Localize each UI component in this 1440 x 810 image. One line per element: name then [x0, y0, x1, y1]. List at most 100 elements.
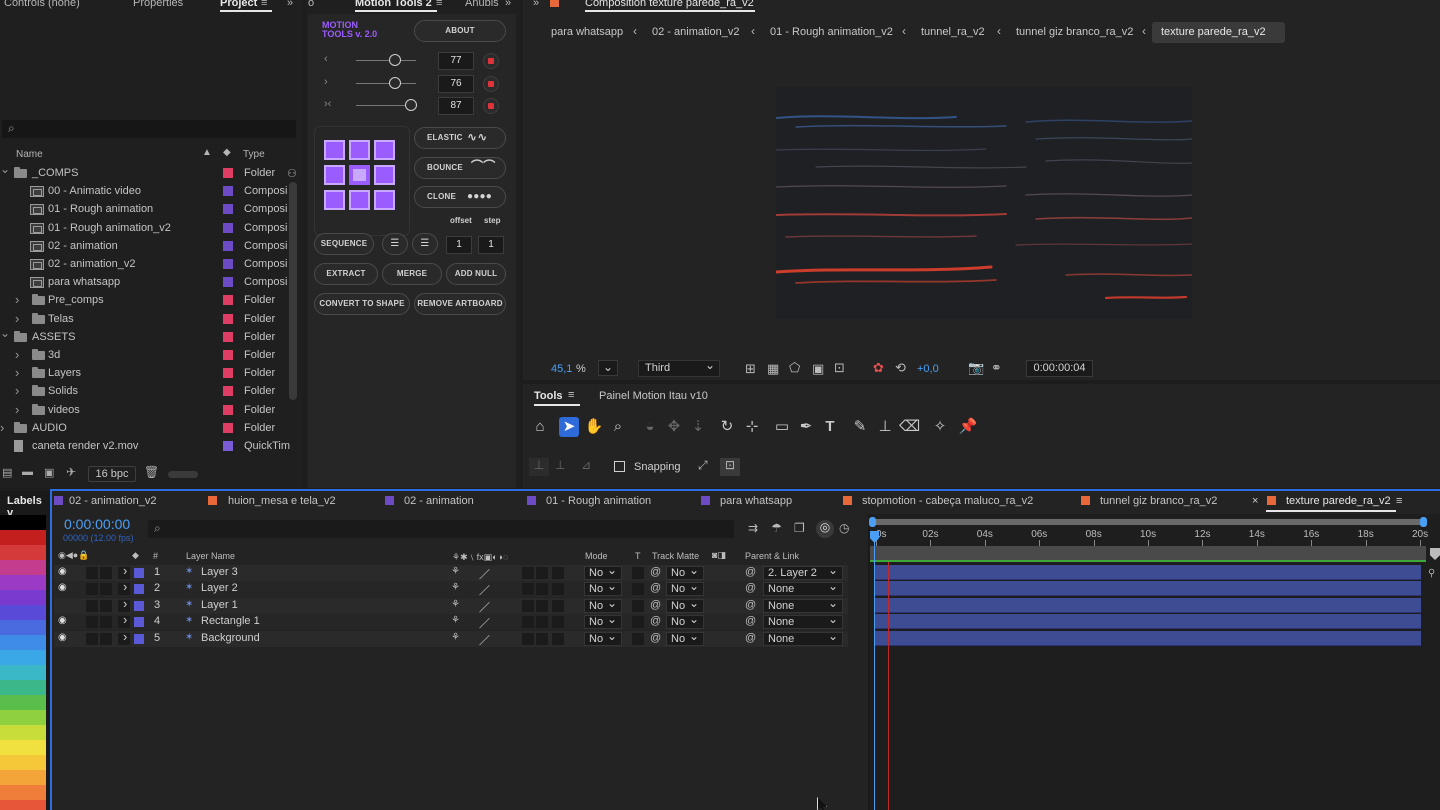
layer-name[interactable]: Layer 2: [201, 582, 238, 594]
ease-slider-track[interactable]: [356, 82, 416, 84]
breadcrumb-01-rough-animation-v2[interactable]: 01 - Rough animation_v2: [770, 26, 893, 38]
apply-ease-button[interactable]: [483, 53, 499, 69]
bounce-button[interactable]: BOUNCE ⌒⌒: [414, 157, 506, 179]
switch-box[interactable]: [522, 599, 534, 612]
tab-painel-motion-itau[interactable]: Painel Motion Itau v10: [599, 390, 708, 402]
clone-button[interactable]: CLONE ●●●●: [414, 186, 506, 208]
frame-blending-icon[interactable]: ◎: [816, 520, 834, 538]
region-of-interest-icon[interactable]: ⊞: [745, 361, 756, 377]
switch-box[interactable]: [522, 583, 534, 596]
label-color-row[interactable]: [0, 725, 46, 741]
project-item[interactable]: 01 - Rough animation_v2 Composi: [0, 219, 290, 237]
audio-toggle[interactable]: [86, 599, 98, 612]
switch-box[interactable]: [552, 599, 564, 612]
project-item[interactable]: para whatsapp Composi: [0, 273, 290, 291]
tab-tools[interactable]: Tools: [534, 390, 563, 402]
footer-scroll-handle[interactable]: [168, 471, 198, 478]
interpret-footage-icon[interactable]: ▤: [2, 466, 12, 479]
anchor-point-cell[interactable]: [349, 190, 370, 210]
preserve-transparency-box[interactable]: [632, 583, 644, 596]
track-matte-dropdown[interactable]: No: [666, 630, 704, 646]
home-icon[interactable]: ⌂: [530, 417, 550, 437]
parent-pickwhip-icon[interactable]: @: [745, 566, 756, 578]
layer-row[interactable]: › 3 ✶ Layer 1 ⚘ ／ No @ No @ None: [54, 596, 848, 615]
anchor-point-cell[interactable]: [324, 140, 345, 160]
project-item[interactable]: ⌄ ASSETS Folder: [0, 326, 290, 346]
layer-label-color[interactable]: [134, 584, 144, 595]
merge-button[interactable]: MERGE: [382, 263, 442, 285]
chevron-right-icon[interactable]: ›: [15, 292, 19, 307]
solo-toggle[interactable]: [100, 567, 112, 579]
switch-box[interactable]: [552, 567, 564, 579]
parent-dropdown[interactable]: None: [763, 613, 843, 630]
type-tool-icon[interactable]: T: [820, 417, 840, 437]
label-color-swatch[interactable]: [223, 295, 233, 306]
label-color-row[interactable]: [0, 695, 46, 711]
timeline-tab[interactable]: 02 - animation: [404, 495, 474, 507]
project-item[interactable]: 02 - animation_v2 Composi: [0, 255, 290, 273]
chevron-right-icon[interactable]: ›: [15, 402, 19, 417]
expand-layer-chevron-icon[interactable]: ›: [123, 579, 127, 594]
layer-duration-bar[interactable]: [875, 630, 1421, 646]
track-matte-pickwhip-icon[interactable]: @: [650, 615, 661, 627]
shy-switch-icon[interactable]: ⚘: [451, 599, 460, 610]
timeline-tab[interactable]: para whatsapp: [720, 495, 792, 507]
project-item[interactable]: 01 - Rough animation Composi: [0, 200, 290, 218]
anchor-point-cell[interactable]: [374, 140, 395, 160]
layer-duration-bar[interactable]: [875, 565, 1421, 580]
layer-label-color[interactable]: [134, 568, 144, 578]
ease-slider-knob[interactable]: [389, 76, 401, 89]
timeline-tab[interactable]: texture parede_ra_v2: [1286, 495, 1391, 507]
parent-pickwhip-icon[interactable]: @: [745, 599, 756, 611]
quality-switch-icon[interactable]: ／: [479, 632, 490, 648]
visibility-eye-icon[interactable]: ◉: [58, 582, 67, 593]
timeline-search-input[interactable]: ⌕: [148, 520, 734, 538]
quality-switch-icon[interactable]: ／: [479, 599, 490, 615]
layer-duration-bar[interactable]: [875, 597, 1421, 613]
visibility-eye-icon[interactable]: ◉: [58, 566, 67, 577]
rotate-tool-icon[interactable]: ↻: [717, 417, 737, 437]
exposure-value[interactable]: +0,0: [917, 363, 939, 375]
label-color-swatch[interactable]: [223, 168, 233, 178]
parent-dropdown[interactable]: None: [763, 630, 843, 646]
new-folder-icon[interactable]: ▬: [22, 466, 33, 478]
project-scrollbar[interactable]: [289, 182, 297, 400]
label-color-row[interactable]: [0, 770, 46, 786]
switch-box[interactable]: [552, 616, 564, 629]
local-axis-icon[interactable]: ⊥: [529, 458, 549, 476]
switch-box[interactable]: [552, 632, 564, 645]
work-area-start-handle[interactable]: [869, 517, 876, 527]
add-null-button[interactable]: ADD NULL: [446, 263, 506, 285]
project-item[interactable]: › videos Folder: [0, 401, 290, 419]
label-color-swatch[interactable]: [223, 313, 233, 324]
timeline-menu-icon[interactable]: ≡: [1396, 495, 1402, 507]
project-item[interactable]: › Solids Folder: [0, 382, 290, 400]
label-color-swatch[interactable]: [223, 386, 233, 397]
project-item[interactable]: › 3d Folder: [0, 346, 290, 364]
pan-camera-icon[interactable]: ✥: [664, 417, 684, 437]
panel-overflow-icon[interactable]: »: [505, 0, 511, 9]
switch-box[interactable]: [522, 632, 534, 645]
label-color-row[interactable]: [0, 515, 46, 531]
label-color-swatch[interactable]: [223, 441, 233, 451]
bpc-button[interactable]: 16 bpc: [88, 466, 136, 482]
tab-controls[interactable]: Controls (none): [4, 0, 80, 9]
quality-switch-icon[interactable]: ／: [479, 566, 490, 582]
label-color-row[interactable]: [0, 575, 46, 591]
project-item[interactable]: 02 - animation Composi: [0, 237, 290, 255]
breadcrumb-tunnel-giz-branco[interactable]: tunnel giz branco_ra_v2: [1016, 26, 1133, 38]
apply-ease-button[interactable]: [483, 75, 499, 92]
blend-mode-dropdown[interactable]: No: [584, 597, 622, 613]
preserve-transparency-box[interactable]: [632, 599, 644, 612]
zoom-dropdown[interactable]: ⌄: [598, 360, 618, 376]
label-color-swatch[interactable]: [223, 422, 233, 433]
label-color-row[interactable]: [0, 650, 46, 666]
composition-canvas[interactable]: [776, 87, 1192, 319]
panel-menu-icon[interactable]: ≡: [568, 389, 574, 401]
layer-row[interactable]: ◉ › 5 ✶ Background ⚘ ／ No @ No @ None: [54, 629, 848, 648]
layer-row[interactable]: ◉ › 4 ✶ Rectangle 1 ⚘ ／ No @ No @ None: [54, 612, 848, 631]
switch-box[interactable]: [552, 583, 564, 596]
visibility-eye-icon[interactable]: ◉: [58, 632, 67, 643]
breadcrumb-02-animation-v2[interactable]: 02 - animation_v2: [652, 26, 739, 38]
current-time-display[interactable]: 0:00:00:00: [64, 516, 130, 532]
